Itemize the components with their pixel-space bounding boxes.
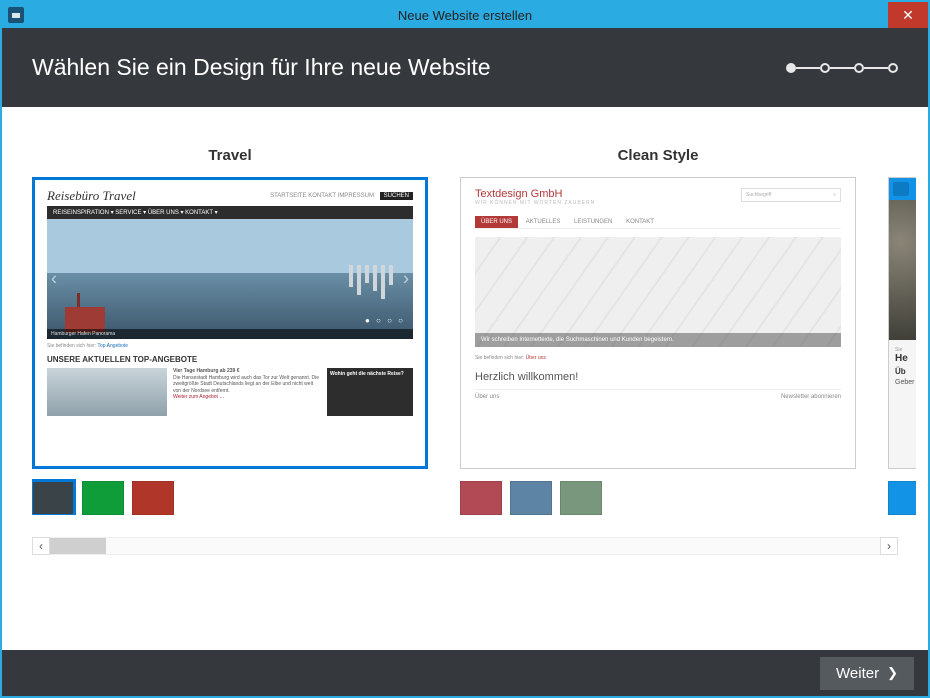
close-button[interactable]: ✕ — [888, 2, 928, 28]
next-button[interactable]: Weiter ❯ — [820, 657, 914, 690]
wizard-footer: Weiter ❯ — [2, 650, 928, 696]
mock-hero-image: Wir schreiben Internettexte, die Suchmas… — [475, 237, 841, 347]
mock-search: Suchbegriff ⌕ — [741, 188, 841, 202]
step-dot-3 — [854, 63, 864, 73]
template-gallery: Travel Reisebüro Travel STARTSEITE KONTA… — [2, 107, 928, 650]
search-icon: ⌕ — [833, 192, 836, 198]
scroll-left-button[interactable]: ‹ — [32, 537, 50, 555]
scroll-right-button[interactable]: › — [880, 537, 898, 555]
window-title: Neue Website erstellen — [2, 8, 928, 23]
template-card-travel: Travel Reisebüro Travel STARTSEITE KONTA… — [32, 147, 428, 515]
template-name: Travel — [208, 147, 251, 165]
swatch-sage[interactable] — [560, 481, 602, 515]
chevron-right-icon: ❯ — [887, 665, 898, 681]
swatch-blue[interactable] — [510, 481, 552, 515]
color-swatches — [32, 481, 174, 515]
titlebar: Neue Website erstellen ✕ — [2, 2, 928, 28]
scroll-track[interactable] — [50, 537, 880, 555]
color-swatches — [888, 481, 916, 515]
step-dot-2 — [820, 63, 830, 73]
app-icon — [8, 7, 24, 23]
chevron-right-icon: › — [887, 539, 891, 553]
wizard-header: Wählen Sie ein Design für Ihre neue Webs… — [2, 28, 928, 107]
next-button-label: Weiter — [836, 665, 879, 682]
chevron-left-icon: ‹ — [39, 539, 43, 553]
step-dot-1 — [786, 63, 796, 73]
close-icon: ✕ — [902, 7, 914, 24]
chevron-left-icon: ‹ — [51, 269, 57, 290]
scroll-thumb[interactable] — [50, 538, 106, 554]
template-preview-clean-style[interactable]: Textdesign GmbH WIR KÖNNEN MIT WORTEN ZA… — [460, 177, 856, 469]
swatch-red[interactable] — [132, 481, 174, 515]
arrows-icon — [893, 182, 909, 196]
page-title: Wählen Sie ein Design für Ihre neue Webs… — [32, 54, 491, 81]
template-name: Clean Style — [618, 147, 699, 165]
chevron-right-icon: › — [403, 269, 409, 290]
template-preview-travel[interactable]: Reisebüro Travel STARTSEITE KONTAKT IMPR… — [32, 177, 428, 469]
template-card-clean-style: Clean Style Textdesign GmbH WIR KÖNNEN M… — [460, 147, 856, 515]
template-card-partial: Sie He Üb Geber — [888, 147, 916, 515]
swatch-green[interactable] — [82, 481, 124, 515]
swatch-rose[interactable] — [460, 481, 502, 515]
step-dot-4 — [888, 63, 898, 73]
template-preview-partial[interactable]: Sie He Üb Geber — [888, 177, 916, 469]
color-swatches — [460, 481, 602, 515]
swatch-blue[interactable] — [888, 481, 916, 515]
mock-hero-image: ‹ › ● ○ ○ ○ Hamburger Hafen Panorama — [47, 219, 413, 339]
horizontal-scrollbar[interactable]: ‹ › — [32, 537, 898, 555]
step-indicator — [786, 63, 898, 73]
swatch-dark[interactable] — [32, 481, 74, 515]
